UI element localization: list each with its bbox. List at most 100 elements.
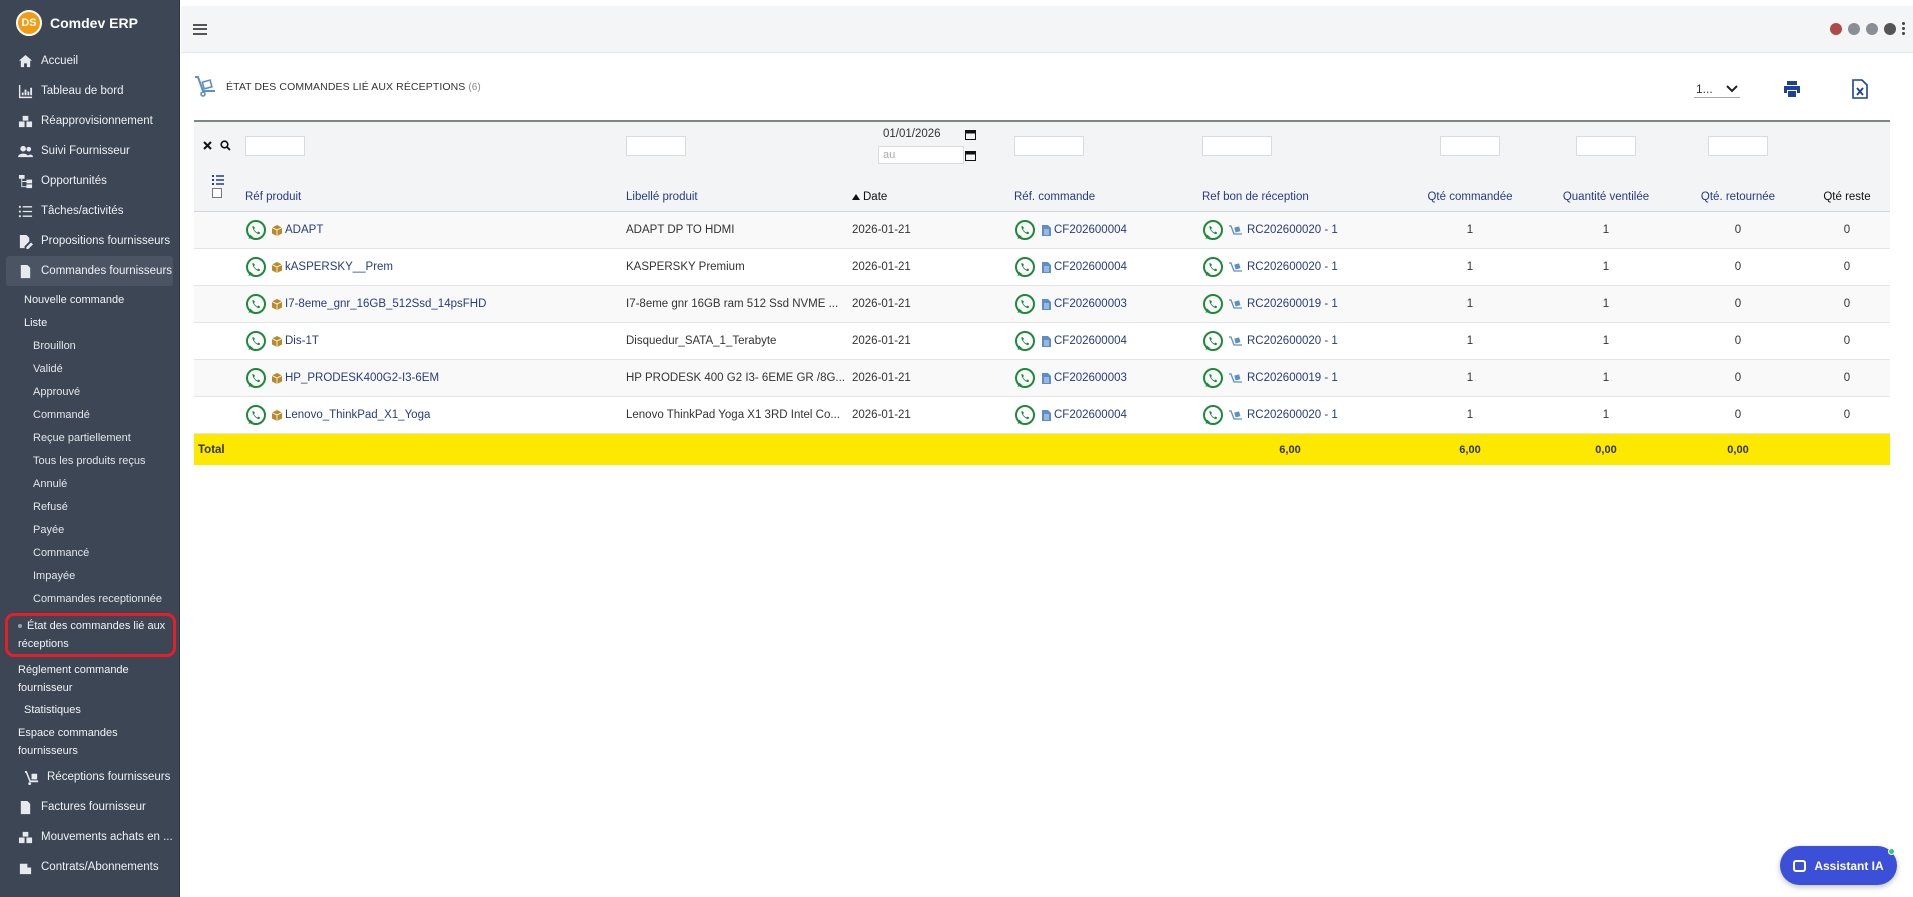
col-date[interactable]: Date — [852, 170, 887, 211]
whatsapp-icon[interactable] — [1202, 404, 1224, 426]
sidebar-status-recue-partiellement[interactable]: Reçue partiellement — [0, 427, 179, 450]
sidebar-status-payee[interactable]: Payée — [0, 519, 179, 542]
whatsapp-icon[interactable] — [1014, 219, 1036, 241]
sidebar-status-brouillon[interactable]: Brouillon — [0, 335, 179, 358]
sidebar-status-receptionnee[interactable]: Commandes receptionnée — [0, 588, 179, 611]
whatsapp-icon[interactable] — [1014, 367, 1036, 389]
sidebar-item-opportunites[interactable]: Opportunités — [0, 166, 179, 196]
filter-qte-commandee-input[interactable] — [1440, 136, 1500, 156]
whatsapp-icon[interactable] — [245, 404, 267, 426]
col-qte-ventilee[interactable]: Quantité ventilée — [1556, 170, 1656, 211]
ref-bon-link[interactable]: RC202600020 - 1 — [1247, 261, 1338, 273]
whatsapp-icon[interactable] — [245, 219, 267, 241]
sidebar-item-tableau-de-bord[interactable]: Tableau de bord — [0, 76, 179, 106]
filter-qte-retournee-input[interactable] — [1708, 136, 1768, 156]
sidebar-sub-etat-commandes-active[interactable]: État des commandes lié aux réceptions — [5, 613, 176, 657]
search-icon[interactable] — [220, 140, 231, 151]
table-row[interactable]: kASPERSKY__Prem KASPERSKY Premium 2026-0… — [194, 249, 1890, 286]
ref-produit-link[interactable]: HP_PRODESK400G2-I3-6EM — [285, 372, 439, 384]
clear-filter-icon[interactable] — [203, 141, 212, 150]
whatsapp-icon[interactable] — [1014, 293, 1036, 315]
print-icon[interactable] — [1782, 79, 1802, 99]
sidebar-item-propositions[interactable]: Propositions fournisseurs — [0, 226, 179, 256]
sidebar-status-refuse[interactable]: Refusé — [0, 496, 179, 519]
brand[interactable]: DS Comdev ERP — [0, 0, 179, 46]
ref-produit-link[interactable]: I7-8eme_gnr_16GB_512Ssd_14psFHD — [285, 298, 486, 310]
whatsapp-icon[interactable] — [245, 293, 267, 315]
sidebar-status-impayee[interactable]: Impayée — [0, 565, 179, 588]
sidebar-status-commance[interactable]: Commancé — [0, 542, 179, 565]
whatsapp-icon[interactable] — [1202, 367, 1224, 389]
col-libelle[interactable]: Libellé produit — [626, 170, 698, 211]
column-selector-icon[interactable] — [212, 174, 224, 185]
ref-bon-link[interactable]: RC202600020 - 1 — [1247, 335, 1338, 347]
whatsapp-icon[interactable] — [1014, 404, 1036, 426]
filter-qte-ventilee-input[interactable] — [1576, 136, 1636, 156]
bell-icon[interactable] — [1830, 22, 1842, 35]
sidebar-item-commandes-fournisseurs[interactable]: Commandes fournisseurs — [6, 256, 173, 286]
filter-date-from[interactable]: 01/01/2026 — [883, 128, 941, 140]
table-row[interactable]: Dis-1T Disquedur_SATA_1_Terabyte 2026-01… — [194, 323, 1890, 360]
sidebar-item-reapprovisionnement[interactable]: Réapprovisionnement — [0, 106, 179, 136]
assistant-ia-button[interactable]: Assistant IA — [1780, 846, 1897, 885]
page-limit-select[interactable]: 1... — [1694, 80, 1740, 98]
chat-icon[interactable] — [1848, 22, 1860, 35]
ref-commande-link[interactable]: CF202600004 — [1054, 261, 1127, 273]
sidebar-sub-statistiques[interactable]: Statistiques — [0, 699, 179, 722]
col-ref-bon[interactable]: Ref bon de réception — [1202, 170, 1309, 211]
ref-commande-link[interactable]: CF202600003 — [1054, 372, 1127, 384]
col-qte-reste[interactable]: Qté reste — [1812, 170, 1882, 211]
sidebar-status-commande[interactable]: Commandé — [0, 404, 179, 427]
ref-bon-link[interactable]: RC202600020 - 1 — [1247, 409, 1338, 421]
sidebar-status-approuve[interactable]: Approuvé — [0, 381, 179, 404]
sidebar-item-contrats[interactable]: Contrats/Abonnements — [0, 852, 179, 882]
sidebar-sub-reglement[interactable]: Réglement commande fournisseur — [0, 659, 179, 699]
ref-commande-link[interactable]: CF202600003 — [1054, 298, 1127, 310]
filter-ref-produit-input[interactable] — [245, 136, 305, 156]
filter-date-to-input[interactable]: au — [878, 146, 964, 164]
whatsapp-icon[interactable] — [245, 367, 267, 389]
sidebar-sub-espace[interactable]: Espace commandes fournisseurs — [0, 722, 179, 762]
select-all-checkbox[interactable] — [212, 188, 222, 198]
sidebar-status-annule[interactable]: Annulé — [0, 473, 179, 496]
ref-bon-link[interactable]: RC202600019 - 1 — [1247, 298, 1338, 310]
filter-ref-bon-input[interactable] — [1202, 136, 1272, 156]
ref-produit-link[interactable]: ADAPT — [285, 224, 323, 236]
sidebar-sub-liste[interactable]: Liste — [0, 312, 179, 335]
sidebar-item-taches[interactable]: Tâches/activités — [0, 196, 179, 226]
sidebar-item-suivi-fournisseur[interactable]: Suivi Fournisseur — [0, 136, 179, 166]
col-ref-produit[interactable]: Réf produit — [245, 170, 301, 211]
calendar-icon[interactable] — [965, 129, 976, 140]
hamburger-menu-icon[interactable] — [193, 23, 207, 35]
sidebar-sub-nouvelle-commande[interactable]: Nouvelle commande — [0, 289, 179, 312]
col-qte-commandee[interactable]: Qté commandée — [1424, 170, 1516, 211]
ref-bon-link[interactable]: RC202600020 - 1 — [1247, 224, 1338, 236]
whatsapp-icon[interactable] — [245, 330, 267, 352]
whatsapp-icon[interactable] — [1014, 256, 1036, 278]
ref-produit-link[interactable]: Dis-1T — [285, 335, 319, 347]
sidebar-status-tous-recus[interactable]: Tous les produits reçus — [0, 450, 179, 473]
trash-icon[interactable] — [1866, 22, 1878, 35]
ref-produit-link[interactable]: kASPERSKY__Prem — [285, 261, 393, 273]
ref-bon-link[interactable]: RC202600019 - 1 — [1247, 372, 1338, 384]
sidebar-status-valide[interactable]: Validé — [0, 358, 179, 381]
col-ref-commande[interactable]: Réf. commande — [1014, 170, 1095, 211]
table-row[interactable]: I7-8eme_gnr_16GB_512Ssd_14psFHD I7-8eme … — [194, 286, 1890, 323]
filter-libelle-input[interactable] — [626, 136, 686, 156]
sidebar-item-mouvements[interactable]: Mouvements achats en ... — [0, 822, 179, 852]
table-row[interactable]: Lenovo_ThinkPad_X1_Yoga Lenovo ThinkPad … — [194, 397, 1890, 434]
table-row[interactable]: HP_PRODESK400G2-I3-6EM HP PRODESK 400 G2… — [194, 360, 1890, 397]
table-row[interactable]: ADAPT ADAPT DP TO HDMI 2026-01-21 CF2026… — [194, 212, 1890, 249]
sidebar-item-accueil[interactable]: Accueil — [0, 46, 179, 76]
kebab-menu-icon[interactable] — [1902, 22, 1905, 35]
sidebar-item-receptions[interactable]: Réceptions fournisseurs — [0, 762, 179, 792]
whatsapp-icon[interactable] — [1014, 330, 1036, 352]
whatsapp-icon[interactable] — [1202, 219, 1224, 241]
user-avatar-icon[interactable] — [1884, 22, 1896, 35]
whatsapp-icon[interactable] — [1202, 293, 1224, 315]
ref-produit-link[interactable]: Lenovo_ThinkPad_X1_Yoga — [285, 409, 430, 421]
whatsapp-icon[interactable] — [1202, 256, 1224, 278]
ref-commande-link[interactable]: CF202600004 — [1054, 409, 1127, 421]
calendar-icon[interactable] — [965, 150, 976, 161]
excel-export-icon[interactable] — [1852, 79, 1868, 99]
